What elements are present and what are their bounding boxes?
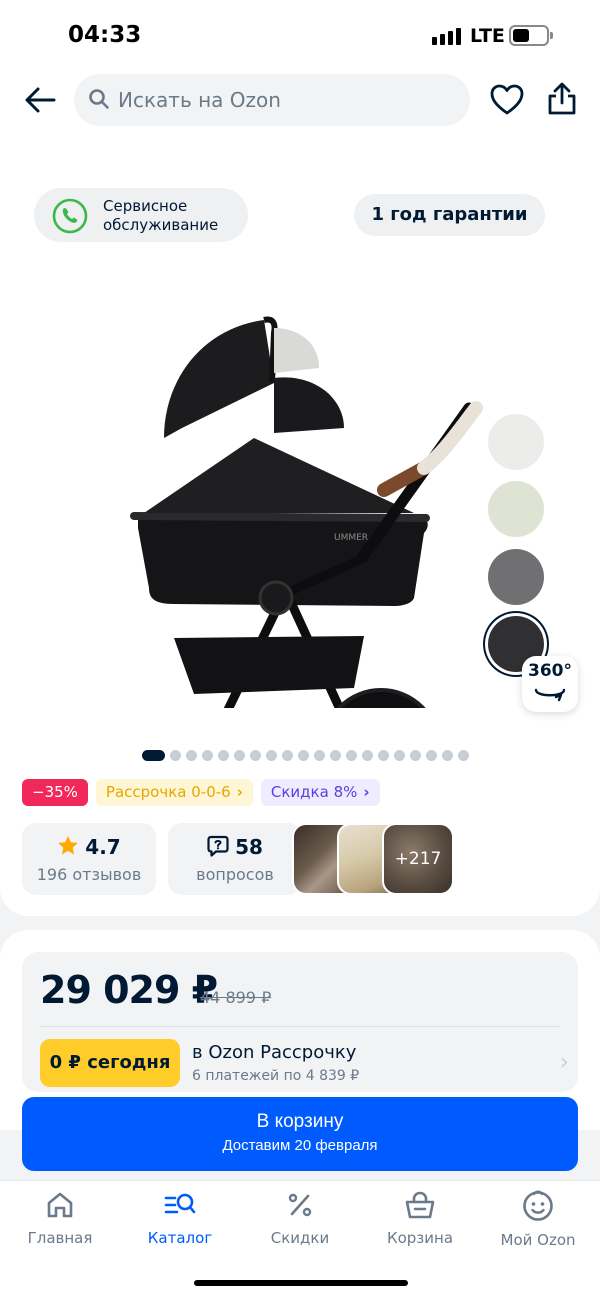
view-360-label: 360° xyxy=(528,661,572,681)
pay-today-badge[interactable]: 0 ₽ сегодня xyxy=(40,1039,180,1087)
gallery-dot[interactable] xyxy=(426,750,437,761)
rotate-icon xyxy=(534,688,566,702)
heart-icon[interactable] xyxy=(489,83,525,117)
color-swatch[interactable] xyxy=(488,414,544,470)
customer-photos[interactable]: +217 xyxy=(292,823,456,895)
nav-catalog-label: Каталог xyxy=(147,1229,213,1247)
battery-icon xyxy=(509,25,553,46)
discount-text: −35% xyxy=(32,783,78,801)
extra-discount-badge[interactable]: Скидка 8% › xyxy=(260,779,380,806)
nav-cart-label: Корзина xyxy=(386,1229,454,1247)
nav-profile-label: Мой Ozon xyxy=(500,1231,576,1249)
profile-icon xyxy=(523,1190,553,1221)
installment-badge[interactable]: Рассрочка 0-0-6 › xyxy=(95,779,253,806)
old-price: 44 899 ₽ xyxy=(200,988,272,1007)
nav-catalog[interactable]: Каталог xyxy=(120,1189,240,1247)
questions-label: вопросов xyxy=(196,865,274,884)
rating-block[interactable]: 4.7 196 отзывов xyxy=(22,823,156,895)
current-price: 29 029 ₽ xyxy=(40,968,218,1012)
more-photos[interactable]: +217 xyxy=(382,823,454,895)
view-360-button[interactable]: 360° xyxy=(522,656,578,712)
color-swatch[interactable] xyxy=(488,481,544,537)
home-indicator xyxy=(194,1280,408,1286)
gallery-dot[interactable] xyxy=(234,750,245,761)
rating-value-row: 4.7 xyxy=(22,835,156,859)
question-bubble-icon xyxy=(207,835,229,857)
status-bar: 04:33 LTE xyxy=(0,0,600,70)
gallery-dot[interactable] xyxy=(282,750,293,761)
home-icon xyxy=(47,1192,73,1218)
catalog-icon xyxy=(164,1193,196,1214)
service-badge[interactable]: Сервисное обслуживание xyxy=(34,188,248,242)
add-to-cart-label: В корзину xyxy=(256,1111,344,1132)
whatsapp-phone-icon xyxy=(52,198,88,234)
gallery-dot[interactable] xyxy=(170,750,181,761)
color-swatch[interactable] xyxy=(488,549,544,605)
gallery-dot[interactable] xyxy=(362,750,373,761)
basket-icon xyxy=(405,1191,435,1219)
star-icon xyxy=(58,836,79,855)
service-line1: Сервисное xyxy=(103,197,188,215)
rating-value: 4.7 xyxy=(85,835,121,859)
search-icon xyxy=(89,89,109,109)
gallery-dot[interactable] xyxy=(186,750,197,761)
reviews-count: 196 отзывов xyxy=(36,865,142,884)
nav-discounts-label: Скидки xyxy=(270,1229,330,1247)
questions-value: 58 xyxy=(235,835,263,859)
status-time: 04:33 xyxy=(68,22,142,48)
divider xyxy=(40,1026,560,1027)
back-arrow-icon[interactable] xyxy=(22,82,58,118)
warranty-badge[interactable]: 1 год гарантии xyxy=(354,194,545,236)
search-header xyxy=(0,70,600,134)
questions-block[interactable]: 58 вопросов xyxy=(168,823,302,895)
gallery-dot[interactable] xyxy=(330,750,341,761)
gallery-dot[interactable] xyxy=(298,750,309,761)
chevron-right-icon: › xyxy=(236,783,243,801)
more-photos-count: +217 xyxy=(394,849,442,869)
gallery-dot[interactable] xyxy=(202,750,213,761)
price-card: 29 029 ₽ 44 899 ₽ 0 ₽ сегодня в Ozon Рас… xyxy=(22,952,578,1092)
gallery-dot[interactable] xyxy=(442,750,453,761)
chevron-right-icon[interactable]: › xyxy=(560,1050,569,1075)
gallery-dot[interactable] xyxy=(266,750,277,761)
product-image[interactable]: UMMER xyxy=(124,258,488,708)
nav-cart[interactable]: Корзина xyxy=(360,1189,480,1247)
gallery-dot[interactable] xyxy=(250,750,261,761)
gallery-dot[interactable] xyxy=(314,750,325,761)
search-input[interactable] xyxy=(118,85,448,115)
promo-badges: −35% Рассрочка 0-0-6 › Скидка 8% › xyxy=(22,779,380,806)
gallery-dot[interactable] xyxy=(142,750,165,761)
brand-mark: UMMER xyxy=(334,533,368,543)
service-line2: обслуживание xyxy=(103,216,219,234)
product-card: Сервисное обслуживание 1 год гарантии UM… xyxy=(0,134,600,916)
nav-discounts[interactable]: Скидки xyxy=(240,1189,360,1247)
signal-icon xyxy=(432,28,461,45)
gallery-dot[interactable] xyxy=(378,750,389,761)
installment-badge-text: Рассрочка 0-0-6 xyxy=(105,783,231,801)
questions-value-row: 58 xyxy=(168,835,302,859)
share-icon[interactable] xyxy=(545,81,579,117)
gallery-dot[interactable] xyxy=(346,750,357,761)
installment-subtitle: 6 платежей по 4 839 ₽ xyxy=(192,1068,360,1084)
chevron-right-icon: › xyxy=(363,783,370,801)
add-to-cart-button[interactable]: В корзину Доставим 20 февраля xyxy=(22,1097,578,1171)
nav-home-label: Главная xyxy=(27,1229,93,1247)
discount-badge: −35% xyxy=(22,779,88,806)
network-label: LTE xyxy=(470,25,505,47)
delivery-date: Доставим 20 февраля xyxy=(222,1137,378,1154)
gallery-dot[interactable] xyxy=(410,750,421,761)
search-bar[interactable] xyxy=(74,74,470,126)
gallery-dot[interactable] xyxy=(218,750,229,761)
nav-profile[interactable]: Мой Ozon xyxy=(478,1189,598,1249)
installment-title[interactable]: в Ozon Рассрочку xyxy=(192,1042,356,1063)
gallery-pagination xyxy=(142,750,469,761)
nav-home[interactable]: Главная xyxy=(0,1189,120,1247)
percent-icon xyxy=(288,1193,312,1217)
gallery-dot[interactable] xyxy=(394,750,405,761)
extra-discount-text: Скидка 8% xyxy=(270,783,358,801)
gallery-dot[interactable] xyxy=(458,750,469,761)
